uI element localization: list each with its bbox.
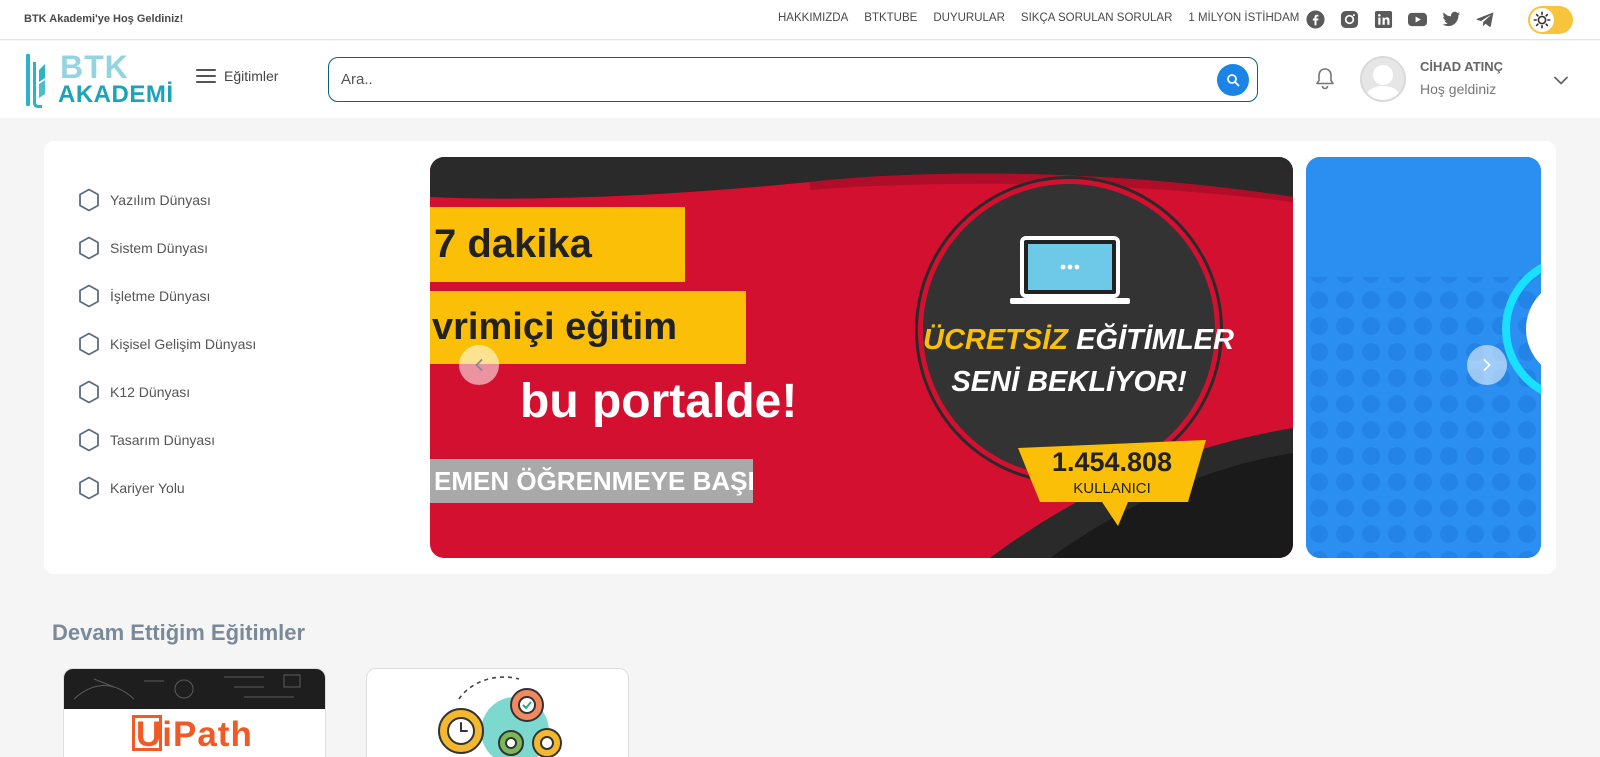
notification-bell-icon[interactable] <box>1314 66 1336 95</box>
linkedin-icon[interactable] <box>1373 9 1394 30</box>
facebook-icon[interactable] <box>1305 9 1326 30</box>
continuing-section-title: Devam Ettiğim Eğitimler <box>52 620 306 645</box>
hexagon-icon <box>79 284 99 308</box>
user-menu-chevron-down-icon[interactable] <box>1554 72 1568 90</box>
search-icon <box>1227 74 1240 87</box>
top-links: HAKKIMIZDA BTKTUBE DUYURULAR SIKÇA SORUL… <box>778 12 1299 24</box>
trainings-menu-button[interactable]: Eğitimler <box>196 68 278 84</box>
laptop-icon <box>1010 236 1130 304</box>
search-input[interactable] <box>341 58 1201 101</box>
category-item-yazilim[interactable]: Yazılım Dünyası <box>78 188 211 212</box>
top-bar: BTK Akademi'ye Hoş Geldiniz! HAKKIMIZDA … <box>0 0 1600 40</box>
category-label: Sistem Dünyası <box>110 240 209 256</box>
badge-line2: SENİ BEKLİYOR! <box>951 366 1187 398</box>
category-item-tasarim[interactable]: Tasarım Dünyası <box>78 428 215 452</box>
course-card-gears[interactable] <box>366 668 629 757</box>
chevron-left-icon <box>475 359 483 371</box>
slide1-line4: EMEN ÖĞRENMEYE BAŞLA <box>430 459 753 503</box>
search-button[interactable] <box>1217 64 1249 96</box>
slide1-line1: 7 dakika <box>430 207 685 282</box>
chevron-right-icon <box>1483 359 1491 371</box>
category-label: Yazılım Dünyası <box>110 192 211 208</box>
badge-line1: ÜCRETSİZ EĞİTİMLER <box>923 324 1234 357</box>
link-btktube[interactable]: BTKTUBE <box>864 12 917 24</box>
slide1-line3: bu portalde! <box>520 375 798 428</box>
course-card-uipath[interactable]: UiPath <box>63 668 326 757</box>
welcome-text: BTK Akademi'ye Hoş Geldiniz! <box>24 13 184 25</box>
sun-icon <box>1530 8 1554 32</box>
uipath-logo-text: UiPath <box>136 715 253 754</box>
badge-trainings-word: EĞİTİMLER <box>1076 324 1234 356</box>
gears-illustration-icon <box>438 676 562 757</box>
btk-akademi-logo[interactable]: BTK AKADEMİ <box>24 48 176 112</box>
main-header: BTK AKADEMİ Eğitimler CİHAD ATINÇ Hoş ge… <box>0 41 1600 118</box>
category-label: Kişisel Gelişim Dünyası <box>110 336 257 352</box>
category-item-isletme[interactable]: İşletme Dünyası <box>78 284 210 308</box>
category-label: K12 Dünyası <box>110 384 191 400</box>
hexagon-icon <box>79 188 99 212</box>
link-faq[interactable]: SIKÇA SORULAN SORULAR <box>1021 12 1172 24</box>
hexagon-icon <box>79 332 99 356</box>
category-label: İşletme Dünyası <box>110 288 211 304</box>
hexagon-icon <box>79 380 99 404</box>
youtube-icon[interactable] <box>1407 9 1428 30</box>
users-count: 1.454.808 <box>1051 447 1173 477</box>
users-label: KULLANICI <box>1073 480 1151 497</box>
search-bar <box>328 57 1258 102</box>
hexagon-icon <box>79 476 99 500</box>
telegram-icon[interactable] <box>1475 9 1496 30</box>
logo-text-top: BTK <box>60 49 129 85</box>
hexagon-icon <box>79 236 99 260</box>
link-announcements[interactable]: DUYURULAR <box>933 12 1005 24</box>
carousel-slide-active[interactable]: 7 dakika vrimiçi eğitim bu portalde! EME… <box>430 157 1293 558</box>
course-thumbnail-top <box>64 669 325 709</box>
badge-free-word: ÜCRETSİZ <box>923 324 1068 356</box>
link-about[interactable]: HAKKIMIZDA <box>778 12 848 24</box>
category-item-k12[interactable]: K12 Dünyası <box>78 380 190 404</box>
category-item-kariyer-yolu[interactable]: Kariyer Yolu <box>78 476 185 500</box>
category-label: Tasarım Dünyası <box>110 432 216 448</box>
category-item-kisisel-gelisim[interactable]: Kişisel Gelişim Dünyası <box>78 332 256 356</box>
carousel-prev-button[interactable] <box>459 345 499 385</box>
user-avatar[interactable] <box>1360 56 1406 102</box>
twitter-icon[interactable] <box>1441 9 1462 30</box>
user-greeting: Hoş geldiniz <box>1420 81 1497 97</box>
hexagon-icon <box>79 428 99 452</box>
instagram-icon[interactable] <box>1339 9 1360 30</box>
theme-toggle[interactable] <box>1528 6 1573 34</box>
logo-text-bottom: AKADEMİ <box>58 81 174 108</box>
carousel-next-button[interactable] <box>1467 345 1507 385</box>
link-million-employment[interactable]: 1 MİLYON İSTİHDAM <box>1188 12 1299 24</box>
hamburger-icon <box>196 69 216 83</box>
social-icons <box>1305 9 1496 30</box>
category-item-sistem[interactable]: Sistem Dünyası <box>78 236 208 260</box>
category-label: Kariyer Yolu <box>110 480 185 496</box>
trainings-menu-label: Eğitimler <box>224 68 279 84</box>
free-trainings-badge: ÜCRETSİZ EĞİTİMLER SENİ BEKLİYOR! <box>918 179 1234 481</box>
user-name: CİHAD ATINÇ <box>1420 59 1504 74</box>
